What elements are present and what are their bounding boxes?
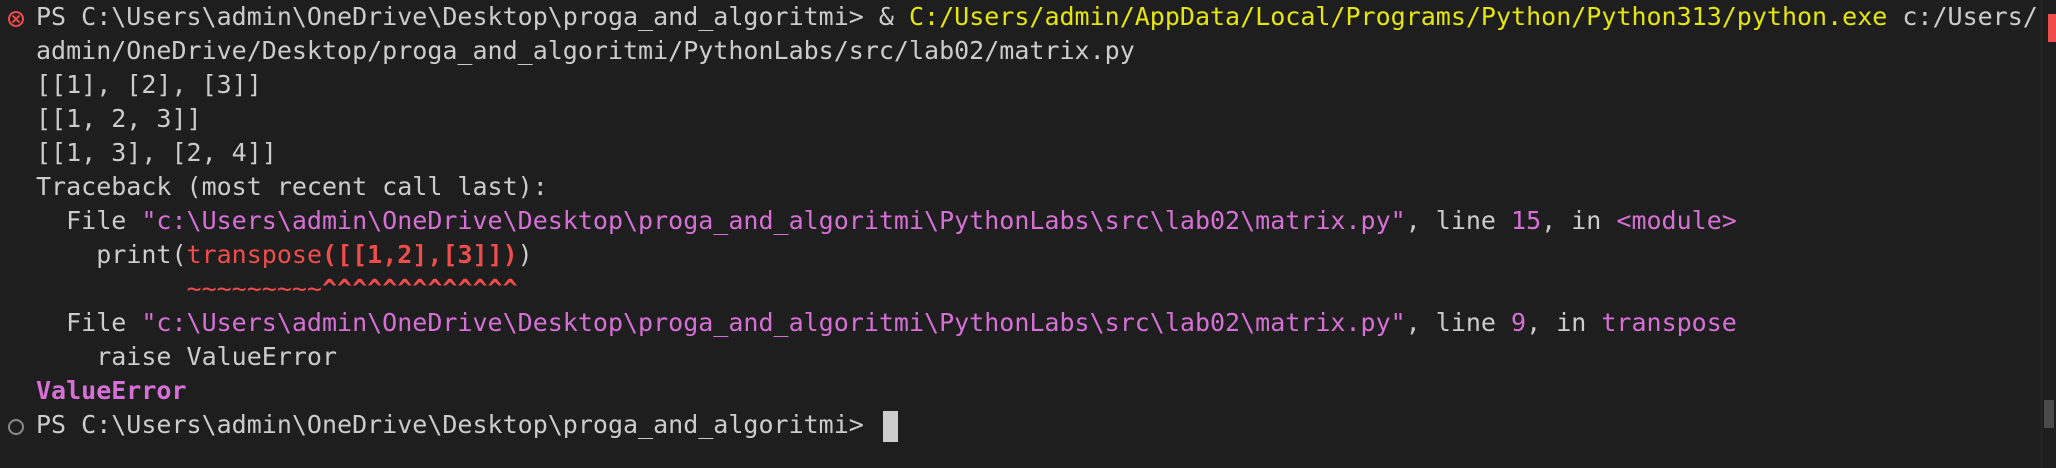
- traceback-header: Traceback (most recent call last):: [36, 172, 548, 201]
- frame-file-link[interactable]: "c:\Users\admin\OneDrive\Desktop\proga_a…: [141, 308, 1405, 337]
- idle-circle-icon: [8, 419, 24, 435]
- error-markers: ~~~~~~~~~^^^^^^^^^^^^^: [36, 272, 2026, 306]
- terminal-panel[interactable]: PS C:\Users\admin\OneDrive\Desktop\proga…: [0, 0, 2056, 468]
- script-path-start: c:/Users/: [1887, 2, 2038, 31]
- output-line: [[1, 3], [2, 4]]: [36, 138, 277, 167]
- traceback-frame: File "c:\Users\admin\OneDrive\Desktop\pr…: [36, 306, 2026, 340]
- frame-in-label: , in: [1541, 206, 1617, 235]
- error-marker: [2048, 14, 2056, 42]
- frame-function: <module>: [1616, 206, 1737, 235]
- output-line: [[1], [2], [3]]: [36, 70, 262, 99]
- traceback-code: print(transpose([[1,2],[3]])): [36, 238, 2026, 272]
- scroll-thumb[interactable]: [2044, 400, 2054, 428]
- output-line: [[1, 2, 3]]: [36, 104, 202, 133]
- frame-prefix: File: [36, 206, 142, 235]
- code-func-name: transpose: [186, 240, 322, 269]
- frame-file-link[interactable]: "c:\Users\admin\OneDrive\Desktop\proga_a…: [141, 206, 1405, 235]
- text-cursor: [882, 410, 898, 442]
- frame-line-number: 9: [1511, 308, 1527, 337]
- frame-line-label: , line: [1405, 206, 1512, 235]
- call-operator: &: [878, 2, 909, 31]
- code-args: ([[1,2],[3]]): [322, 240, 518, 269]
- marker-carets: ^^^^^^^^^^^^^: [321, 274, 518, 303]
- marker-indent: [36, 274, 187, 303]
- prompt-text: PS C:\Users\admin\OneDrive\Desktop\proga…: [36, 2, 879, 31]
- final-prompt-line[interactable]: PS C:\Users\admin\OneDrive\Desktop\proga…: [36, 408, 2026, 442]
- marker-tildes: ~~~~~~~~~: [186, 274, 322, 303]
- frame-line-number: 15: [1511, 206, 1542, 235]
- traceback-frame: File "c:\Users\admin\OneDrive\Desktop\pr…: [36, 204, 2026, 238]
- frame-function: transpose: [1601, 308, 1737, 337]
- traceback-code: raise ValueError: [36, 342, 338, 371]
- code-close: ): [517, 240, 533, 269]
- code-call-start: print(: [96, 240, 187, 269]
- vertical-scrollbar[interactable]: [2041, 0, 2056, 468]
- error-circle-icon: [8, 11, 24, 27]
- prompt-text: PS C:\Users\admin\OneDrive\Desktop\proga…: [36, 410, 879, 439]
- exception-name: ValueError: [36, 376, 187, 405]
- terminal-output: PS C:\Users\admin\OneDrive\Desktop\proga…: [36, 0, 2038, 442]
- python-exe-path: C:/Users/admin/AppData/Local/Programs/Py…: [908, 2, 1888, 31]
- command-line: PS C:\Users\admin\OneDrive\Desktop\proga…: [36, 0, 2038, 34]
- frame-line-label: , line: [1405, 308, 1512, 337]
- command-line-wrap: admin/OneDrive/Desktop/proga_and_algorit…: [36, 36, 1135, 65]
- frame-prefix: File: [36, 308, 142, 337]
- frame-in-label: , in: [1526, 308, 1602, 337]
